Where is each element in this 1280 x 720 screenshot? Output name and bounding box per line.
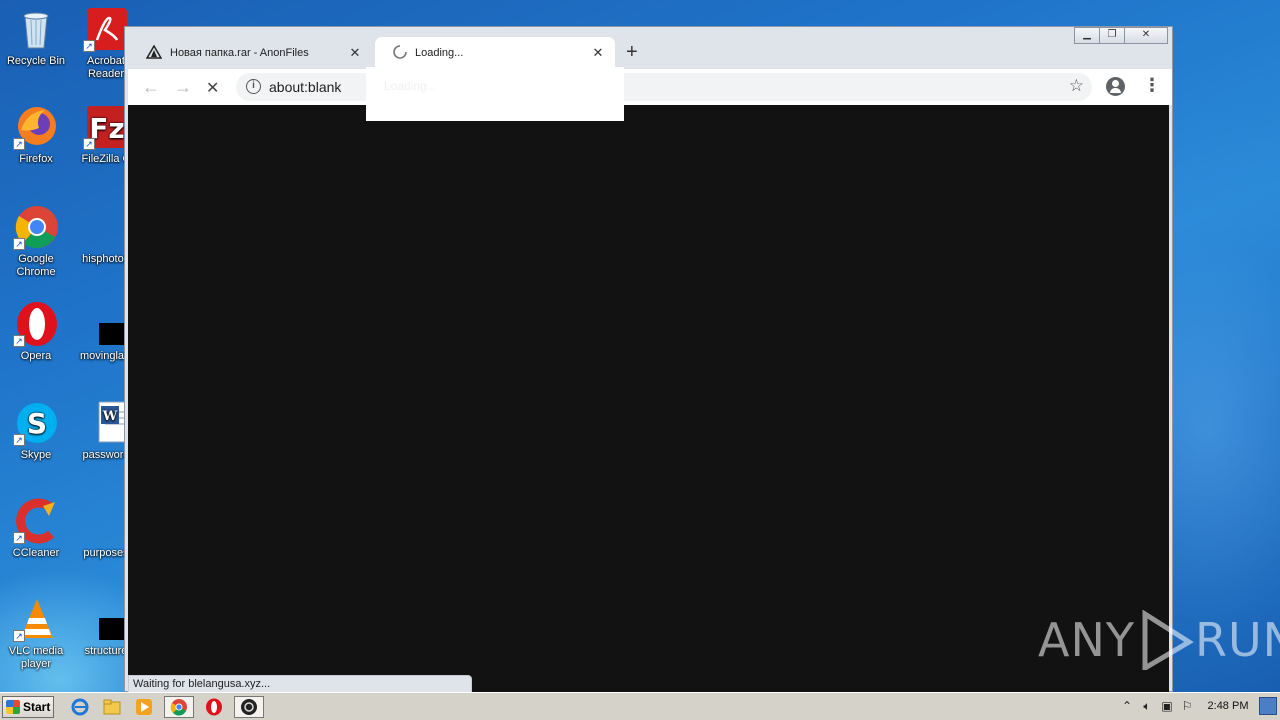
clock[interactable]: 2:48 PM — [1197, 700, 1259, 712]
anyrun-watermark: ANY RUN — [1038, 610, 1280, 670]
app-icon — [241, 698, 257, 715]
tab-loading[interactable]: Loading... ✕ — [375, 37, 615, 69]
chrome-icon: ↗ — [13, 204, 59, 250]
desktop-icon-recycle-bin[interactable]: Recycle Bin — [0, 6, 72, 68]
forward-arrow-icon[interactable]: → — [174, 77, 192, 98]
bookmark-star-icon[interactable]: ☆ — [1069, 76, 1084, 96]
filezilla-icon: Fz ↗ — [83, 104, 129, 150]
shortcut-arrow-icon: ↗ — [13, 630, 25, 642]
chrome-icon — [170, 698, 187, 715]
tab-close-icon[interactable]: ✕ — [348, 45, 362, 61]
folder-icon — [103, 699, 121, 714]
watermark-right: RUN — [1194, 613, 1280, 667]
word-doc-icon: W — [83, 400, 130, 446]
system-tray: ⌃ 🔈︎ ▣ ⚐ 2:48 PM — [1117, 695, 1280, 717]
desktop-icon-label: Firefox — [19, 153, 53, 165]
info-icon[interactable]: i — [246, 79, 261, 94]
desktop-icon-opera[interactable]: ↗ Opera — [0, 301, 72, 363]
show-hidden-icons-icon[interactable]: ⌃ — [1117, 699, 1137, 713]
action-center-flag-icon[interactable]: ⚐ — [1177, 699, 1197, 713]
tab-title: Новая папка.rar - AnonFiles — [170, 47, 309, 59]
opera-icon — [206, 698, 222, 715]
vlc-icon: ↗ — [13, 596, 59, 642]
desktop-icon-ccleaner[interactable]: ↗ CCleaner — [0, 498, 72, 560]
desktop-icon-label: Opera — [20, 350, 52, 362]
taskbar-ie[interactable] — [68, 696, 92, 718]
anonfiles-icon — [145, 44, 163, 62]
shortcut-arrow-icon: ↗ — [13, 532, 25, 544]
watermark-left: ANY — [1038, 613, 1135, 667]
address-bar[interactable]: i about:blank ☆ — [236, 73, 1092, 101]
recycle-bin-icon — [13, 6, 59, 52]
shortcut-arrow-icon: ↗ — [13, 434, 25, 446]
taskbar-opera[interactable] — [202, 696, 226, 718]
file-icon — [83, 498, 129, 544]
desktop-icon-vlc[interactable]: ↗ VLC media player — [0, 596, 72, 671]
address-url[interactable]: about:blank — [269, 79, 341, 95]
stop-loading-icon[interactable]: ✕ — [206, 78, 219, 98]
show-desktop-button[interactable] — [1259, 697, 1277, 715]
desktop-icon-firefox[interactable]: ↗ Firefox — [0, 104, 72, 166]
desktop-icon-label: VLC media player — [8, 645, 64, 670]
svg-text:W: W — [102, 409, 118, 424]
tab-anonfiles[interactable]: Новая папка.rar - AnonFiles ✕ — [128, 37, 372, 69]
taskbar-explorer[interactable] — [100, 696, 124, 718]
loading-spinner-icon — [393, 44, 407, 62]
status-bubble: Waiting for blelangusa.xyz... — [128, 675, 472, 692]
taskbar-media-player[interactable] — [132, 696, 156, 718]
ccleaner-icon: ↗ — [13, 498, 59, 544]
page-content — [128, 105, 1169, 692]
play-icon — [1142, 610, 1194, 670]
menu-kebab-icon[interactable]: ⋮ — [1143, 75, 1161, 96]
start-label: Start — [23, 699, 51, 714]
desktop-icon-label: CCleaner — [12, 547, 60, 559]
desktop-icon-label: Google Chrome — [16, 253, 56, 278]
desktop-icon-google-chrome[interactable]: ↗ Google Chrome — [0, 204, 72, 279]
shortcut-arrow-icon: ↗ — [83, 40, 95, 52]
tab-title: Loading... — [415, 47, 464, 59]
omnibox-dropdown: Loading... — [366, 67, 624, 121]
firefox-icon: ↗ — [13, 104, 59, 150]
media-player-icon — [136, 698, 152, 715]
browser-toolbar: ← → ✕ i about:blank ☆ ⋮ — [128, 69, 1172, 105]
browser-window: ▁ ❐ ✕ Новая папка.rar - AnonFiles ✕ Load… — [124, 26, 1173, 692]
taskbar: Start ⌃ 🔈︎ ▣ ⚐ 2:48 PM — [0, 692, 1280, 720]
shortcut-arrow-icon: ↗ — [13, 238, 25, 250]
new-tab-icon[interactable]: + — [626, 41, 638, 64]
file-icon — [83, 301, 139, 347]
volume-icon[interactable]: 🔈︎ — [1137, 699, 1157, 714]
opera-icon: ↗ — [13, 301, 59, 347]
tab-strip: Новая папка.rar - AnonFiles ✕ Loading...… — [128, 35, 1172, 69]
start-button[interactable]: Start — [2, 695, 54, 718]
taskbar-app[interactable] — [234, 695, 264, 718]
desktop-icon-label: Skype — [20, 449, 52, 461]
taskbar-chrome[interactable] — [164, 695, 194, 718]
acrobat-reader-icon: ↗ — [83, 6, 129, 52]
shortcut-arrow-icon: ↗ — [83, 138, 95, 150]
desktop: Recycle Bin ↗ Firefox ↗ Google Chrome ↗ … — [0, 0, 1280, 692]
desktop-icon-label: Recycle Bin — [6, 55, 66, 67]
network-icon[interactable]: ▣ — [1157, 699, 1177, 713]
file-icon — [83, 204, 129, 250]
skype-icon: S ↗ — [13, 400, 59, 446]
svg-text:S: S — [27, 407, 47, 440]
back-arrow-icon[interactable]: ← — [142, 77, 160, 98]
desktop-icon-skype[interactable]: S ↗ Skype — [0, 400, 72, 462]
file-icon — [83, 596, 139, 642]
shortcut-arrow-icon: ↗ — [13, 138, 25, 150]
ie-icon — [71, 698, 89, 715]
shortcut-arrow-icon: ↗ — [13, 335, 25, 347]
dropdown-text: Loading... — [384, 79, 437, 93]
windows-flag-icon — [6, 699, 20, 714]
account-icon[interactable] — [1106, 77, 1125, 96]
tab-close-icon[interactable]: ✕ — [591, 45, 605, 61]
